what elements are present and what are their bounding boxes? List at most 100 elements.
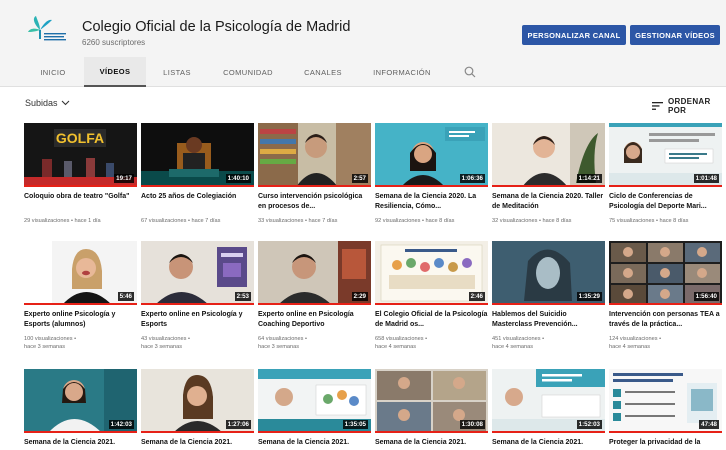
uploads-filter[interactable]: Subidas bbox=[25, 98, 70, 108]
video-views: 124 visualizaciones bbox=[609, 336, 658, 342]
video-age: hace 4 semanas bbox=[375, 344, 417, 350]
sort-icon bbox=[652, 102, 663, 110]
video-title[interactable]: Experto online en Psicología y Esports bbox=[141, 310, 254, 329]
video-title[interactable]: Intervención con personas TEA a través d… bbox=[609, 310, 722, 329]
video-thumbnail[interactable]: 1:40:10 bbox=[141, 123, 254, 187]
video-age: hace 1 día bbox=[74, 218, 101, 224]
video-meta: 75 visualizaciones • hace 8 días bbox=[609, 218, 689, 224]
video-meta: 32 visualizaciones • hace 8 días bbox=[492, 218, 572, 224]
video-views: 32 visualizaciones bbox=[492, 218, 538, 224]
video-title[interactable]: Curso intervención psicológica en proces… bbox=[258, 192, 371, 211]
video-age: hace 8 días bbox=[542, 218, 572, 224]
video-meta: 67 visualizaciones • hace 7 días bbox=[141, 218, 221, 224]
video-thumbnail[interactable]: 1:35:05 bbox=[258, 369, 371, 433]
video-views: 43 visualizaciones bbox=[141, 336, 187, 342]
video-thumbnail[interactable]: 1:56:40 bbox=[609, 241, 722, 305]
video-duration: 1:42:03 bbox=[108, 420, 134, 429]
video-thumbnail[interactable]: 1:14:21 bbox=[492, 123, 605, 187]
video-age: hace 4 semanas bbox=[609, 344, 651, 350]
video-title[interactable]: Semana de la Ciencia 2021. bbox=[492, 438, 605, 448]
video-duration: 1:06:36 bbox=[459, 174, 485, 183]
tab-comunidad[interactable]: COMUNIDAD bbox=[215, 57, 281, 87]
video-title[interactable]: Proteger la privacidad de la bbox=[609, 438, 722, 448]
video-views: 29 visualizaciones bbox=[24, 218, 70, 224]
video-duration: 2:29 bbox=[351, 292, 368, 301]
video-views: 64 visualizaciones bbox=[258, 336, 304, 342]
video-title[interactable]: Semana de la Ciencia 2020. Taller de Med… bbox=[492, 192, 605, 211]
tab-informacion[interactable]: INFORMACIÓN bbox=[364, 57, 440, 87]
video-duration: 2:46 bbox=[468, 292, 485, 301]
video-duration: 1:35:05 bbox=[342, 420, 368, 429]
video-views: 451 visualizaciones bbox=[492, 336, 541, 342]
video-duration: 1:30:08 bbox=[459, 420, 485, 429]
video-thumbnail[interactable]: 1:52:03 bbox=[492, 369, 605, 433]
video-meta: 64 visualizaciones • hace 3 semanas bbox=[258, 336, 307, 350]
video-thumbnail[interactable]: 2:29 bbox=[258, 241, 371, 305]
video-meta: 658 visualizaciones • hace 4 semanas bbox=[375, 336, 428, 350]
video-duration: 19:17 bbox=[114, 174, 134, 183]
video-title[interactable]: Semana de la Ciencia 2020. La Resilienci… bbox=[375, 192, 488, 211]
video-thumbnail[interactable]: 1:27:06 bbox=[141, 369, 254, 433]
video-thumbnail[interactable]: 1:42:03 bbox=[24, 369, 137, 433]
video-duration: 2:53 bbox=[234, 292, 251, 301]
video-thumbnail[interactable]: 1:01:48 bbox=[609, 123, 722, 187]
video-title[interactable]: Semana de la Ciencia 2021. bbox=[375, 438, 488, 448]
video-title[interactable]: Acto 25 años de Colegiación bbox=[141, 192, 254, 202]
video-age: hace 8 días bbox=[659, 218, 689, 224]
video-duration: 5:46 bbox=[117, 292, 134, 301]
video-title[interactable]: Ciclo de Conferencias de Psicología del … bbox=[609, 192, 722, 211]
video-duration: 47:48 bbox=[699, 420, 719, 429]
video-title[interactable]: Semana de la Ciencia 2021. bbox=[141, 438, 254, 448]
video-meta: 92 visualizaciones • hace 8 días bbox=[375, 218, 455, 224]
video-duration: 2:57 bbox=[351, 174, 368, 183]
sort-label: ORDENAR POR bbox=[668, 97, 711, 115]
video-duration: 1:40:10 bbox=[225, 174, 251, 183]
video-thumbnail[interactable]: 2:53 bbox=[141, 241, 254, 305]
video-title[interactable]: El Colegio Oficial de la Psicología de M… bbox=[375, 310, 488, 329]
video-thumbnail[interactable]: 2:46 bbox=[375, 241, 488, 305]
video-meta: 100 visualizaciones • hace 3 semanas bbox=[24, 336, 77, 350]
video-title[interactable]: Semana de la Ciencia 2021. bbox=[24, 438, 137, 448]
video-age: hace 4 semanas bbox=[492, 344, 534, 350]
video-age: hace 7 días bbox=[308, 218, 338, 224]
video-duration: 1:27:06 bbox=[225, 420, 251, 429]
video-meta: 451 visualizaciones • hace 4 semanas bbox=[492, 336, 545, 350]
uploads-filter-label: Subidas bbox=[25, 98, 58, 108]
tab-videos[interactable]: VÍDEOS bbox=[84, 57, 146, 87]
video-age: hace 7 días bbox=[191, 218, 221, 224]
video-meta: 124 visualizaciones • hace 4 semanas bbox=[609, 336, 662, 350]
video-meta: 33 visualizaciones • hace 7 días bbox=[258, 218, 338, 224]
channel-logo[interactable] bbox=[26, 14, 68, 46]
video-thumbnail[interactable]: 2:57 bbox=[258, 123, 371, 187]
video-duration: 1:35:29 bbox=[576, 292, 602, 301]
video-views: 33 visualizaciones bbox=[258, 218, 304, 224]
video-thumbnail[interactable]: 47:48 bbox=[609, 369, 722, 433]
thumb-title-text: GOLFA bbox=[56, 130, 104, 146]
video-title[interactable]: Experto online en Psicología Coaching De… bbox=[258, 310, 371, 329]
video-thumbnail[interactable]: 1:30:08 bbox=[375, 369, 488, 433]
video-title[interactable]: Experto online Psicología y Esports (alu… bbox=[24, 310, 137, 329]
manage-videos-button[interactable]: GESTIONAR VÍDEOS bbox=[630, 25, 720, 45]
video-duration: 1:52:03 bbox=[576, 420, 602, 429]
sort-button[interactable]: ORDENAR POR bbox=[652, 97, 726, 115]
video-title[interactable]: Coloquio obra de teatro "Golfa" bbox=[24, 192, 137, 202]
channel-title: Colegio Oficial de la Psicología de Madr… bbox=[82, 19, 351, 35]
video-title[interactable]: Semana de la Ciencia 2021. bbox=[258, 438, 371, 448]
search-icon[interactable] bbox=[463, 65, 477, 79]
video-meta: 43 visualizaciones • hace 3 semanas bbox=[141, 336, 190, 350]
tab-canales[interactable]: CANALES bbox=[292, 57, 354, 87]
video-thumbnail[interactable]: 1:35:29 bbox=[492, 241, 605, 305]
channel-tabs: INICIO VÍDEOS LISTAS COMUNIDAD CANALES I… bbox=[0, 57, 726, 87]
video-thumbnail[interactable]: 1:06:36 bbox=[375, 123, 488, 187]
video-title[interactable]: Hablemos del Suicidio Masterclass Preven… bbox=[492, 310, 605, 329]
video-duration: 1:14:21 bbox=[576, 174, 602, 183]
tab-inicio[interactable]: INICIO bbox=[22, 57, 84, 87]
customize-channel-button[interactable]: PERSONALIZAR CANAL bbox=[522, 25, 626, 45]
channel-header: Colegio Oficial de la Psicología de Madr… bbox=[0, 0, 726, 57]
video-duration: 1:01:48 bbox=[693, 174, 719, 183]
video-thumbnail[interactable]: GOLFA 19:17 bbox=[24, 123, 137, 187]
video-thumbnail[interactable]: 5:46 bbox=[24, 241, 137, 305]
video-views: 92 visualizaciones bbox=[375, 218, 421, 224]
tab-listas[interactable]: LISTAS bbox=[146, 57, 208, 87]
video-views: 100 visualizaciones bbox=[24, 336, 73, 342]
